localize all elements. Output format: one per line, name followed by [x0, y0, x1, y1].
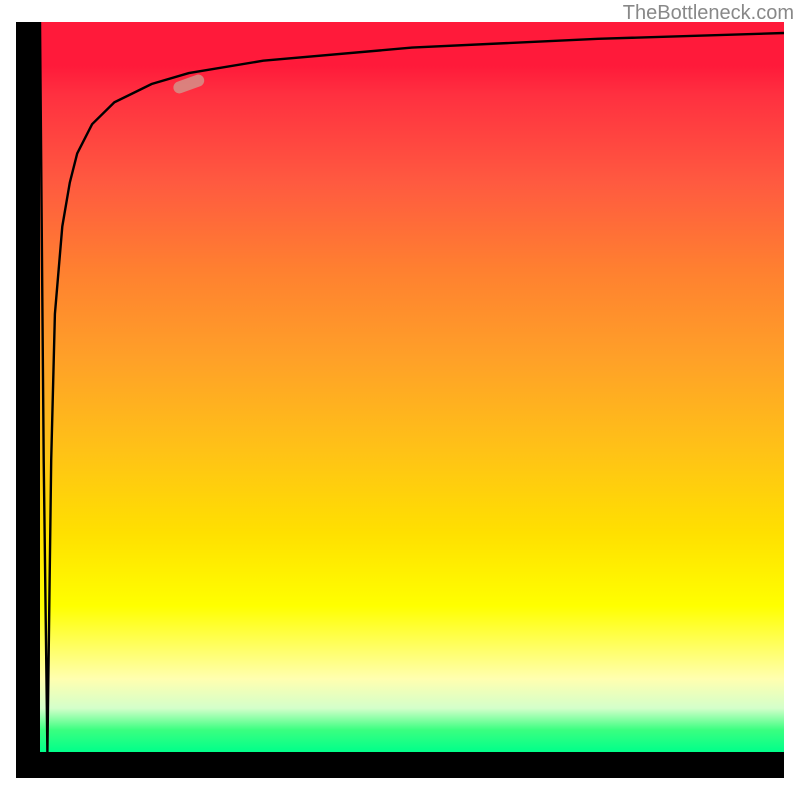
- chart-container: [16, 22, 784, 778]
- plot-area: [40, 22, 784, 752]
- curve-line: [40, 22, 784, 752]
- x-axis: [40, 752, 784, 778]
- attribution-text: TheBottleneck.com: [623, 2, 794, 25]
- y-axis: [16, 22, 40, 778]
- curve-svg: [40, 22, 784, 752]
